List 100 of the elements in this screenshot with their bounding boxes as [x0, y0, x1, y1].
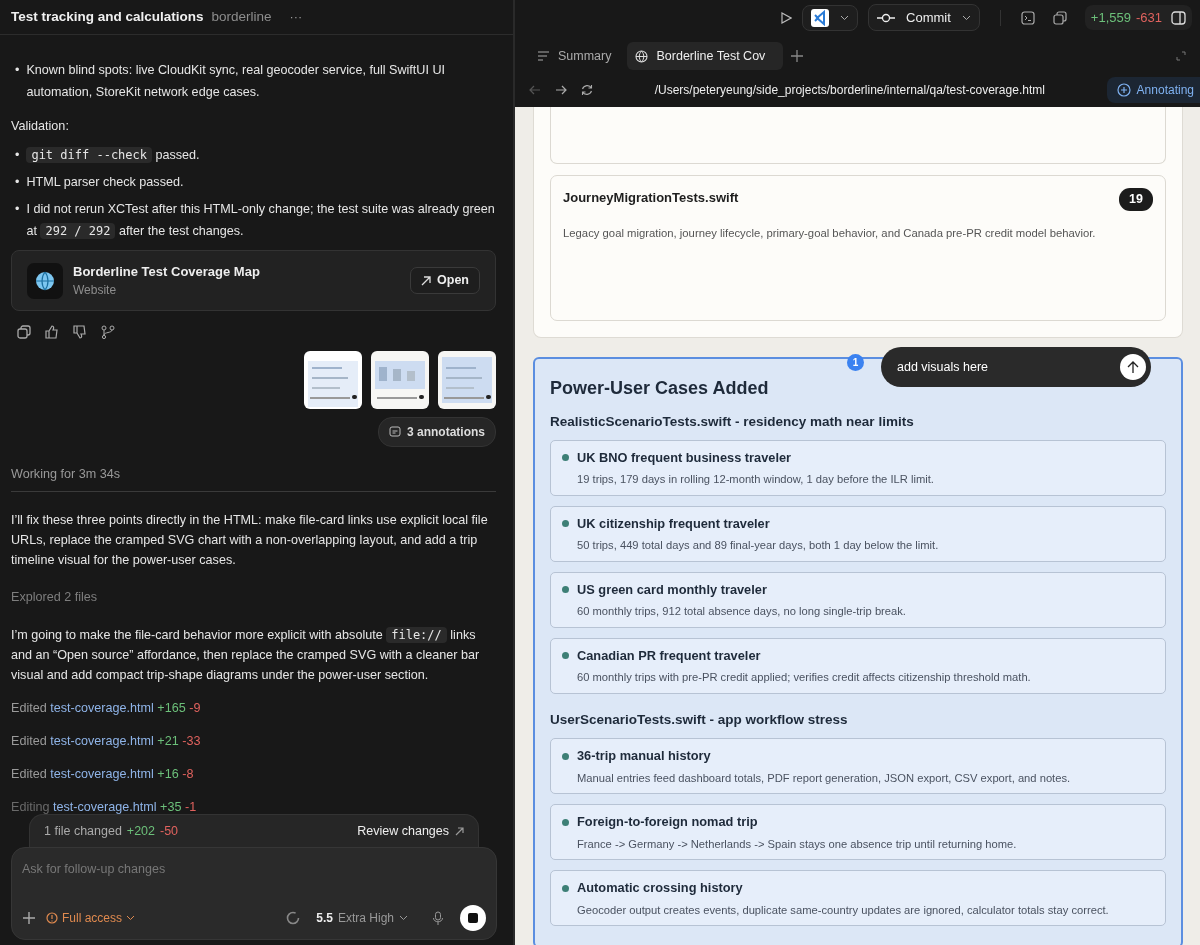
case-title: 36-trip manual history [577, 747, 711, 766]
status-dot [562, 454, 569, 462]
edit-label: Edited [11, 701, 47, 716]
status-dot [562, 818, 569, 826]
message-input[interactable]: Ask for follow-up changes [22, 860, 486, 879]
status-dot [562, 586, 569, 594]
changes-summary: 1 file changed [44, 823, 122, 841]
status-dot [562, 752, 569, 760]
bullet: • [15, 200, 20, 218]
browser-tab[interactable]: Borderline Test Cov [627, 41, 784, 71]
case-title: UK citizenship frequent traveler [577, 515, 770, 534]
case-title: Foreign-to-foreign nomad trip [577, 813, 758, 832]
case-description: 19 trips, 179 days in rolling 12-month window, 1 day before the ILR limit. [576, 472, 935, 488]
message-text: I’ll fix these three points directly in the HTML: make file-card links use explicit local file URLs, replace the cramped SVG chart with a non-overlapping layout, and add a trip timeline visual for the power-user cases. [11, 512, 489, 570]
file-description: Legacy goal migration, journey lifecycle, primary-goal behavior, and Canada pre-PR credit model behavior. [563, 225, 1097, 241]
commit-icon [877, 12, 896, 23]
stop-icon [468, 913, 478, 923]
file-link[interactable]: test-coverage.html [50, 734, 154, 749]
chat-title: Test tracking and calculations [11, 7, 204, 26]
message-text: I’m going to make the file-card behavior more explicit with absolute file:// links and an “Open source” affordance, then replace the cramped SVG with a cleaner bar visual and add compact trip-shape diagrams under the power-user section. [11, 626, 481, 685]
thumbs-down-icon[interactable] [73, 325, 87, 340]
review-changes-button[interactable]: Review changes [357, 822, 464, 842]
access-dropdown[interactable]: Full access [46, 909, 136, 927]
lines-removed: -50 [160, 823, 179, 841]
case-description: Manual entries feed dashboard totals, PDF report generation, JSON export, CSV export, and notes. [576, 770, 1072, 786]
more-button[interactable]: ··· [289, 7, 303, 27]
chevron-down-icon [840, 14, 850, 21]
external-link-icon [455, 827, 464, 837]
lines-removed: -1 [185, 799, 197, 814]
link-card[interactable]: Borderline Test Coverage Map Website Open [11, 249, 496, 312]
arrow-up-icon [1127, 360, 1139, 374]
card-subtitle: Website [73, 282, 118, 300]
comment-input[interactable]: add visuals here [895, 356, 1120, 378]
plus-icon[interactable] [22, 911, 36, 925]
case-description: France -> Germany -> Netherlands -> Spain stays one absence trip until returning home. [576, 836, 1018, 852]
stop-button[interactable] [460, 905, 486, 931]
play-icon[interactable] [780, 11, 793, 24]
warning-icon [46, 912, 58, 924]
annotation-marker[interactable]: 1 [847, 354, 864, 371]
globe-icon [27, 262, 63, 299]
list-item: HTML parser check passed. [26, 173, 184, 191]
list-icon [537, 50, 550, 62]
chevron-down-icon [961, 14, 971, 21]
comment-field[interactable]: add visuals here [881, 347, 1151, 387]
bullet: • [15, 146, 20, 164]
diff-summary[interactable]: +1,559 -631 [1084, 4, 1192, 31]
open-button[interactable]: Open [410, 267, 480, 294]
file-link[interactable]: test-coverage.html [53, 799, 157, 814]
add-comment-icon [1116, 83, 1131, 97]
file-link[interactable]: test-coverage.html [50, 701, 154, 716]
bullet: • [15, 62, 20, 79]
case-title: US green card monthly traveler [577, 581, 767, 600]
copy-icon[interactable] [17, 325, 31, 340]
globe-icon [635, 49, 649, 63]
add-tab-icon[interactable] [791, 50, 804, 62]
status-dot [562, 520, 569, 528]
comment-icon [389, 426, 401, 439]
external-link-icon [421, 275, 432, 286]
browser-tab[interactable]: Summary [529, 41, 620, 71]
bullet: • [15, 173, 20, 191]
case-title: UK BNO frequent business traveler [577, 449, 792, 468]
lines-removed: -33 [182, 734, 201, 749]
branch-icon[interactable] [101, 325, 115, 340]
editor-dropdown[interactable] [802, 4, 859, 31]
copy-icon[interactable] [1052, 10, 1067, 25]
model-dropdown[interactable]: 5.5 Extra High [316, 909, 408, 927]
group-heading: RealisticScenarioTests.swift - residency math near limits [550, 413, 915, 431]
case-description: Geocoder output creates events, duplicate same-country updates are ignored, calculator totals stay correct. [576, 902, 1110, 918]
commit-button[interactable]: Commit [868, 3, 980, 32]
send-button[interactable] [1120, 354, 1146, 380]
sidebar-icon [1171, 10, 1186, 25]
editor-icon [811, 8, 830, 27]
lines-removed: -8 [182, 766, 194, 781]
working-status: Working for 3m 34s [11, 465, 496, 493]
test-count: 19 [1119, 188, 1153, 211]
forward-icon[interactable] [555, 85, 567, 95]
annotations-button[interactable]: 3 annotations [378, 417, 496, 448]
reload-icon[interactable] [581, 84, 593, 96]
chevron-down-icon [399, 915, 408, 921]
case-title: Automatic crossing history [577, 879, 743, 898]
case-description: 50 trips, 449 total days and 89 final-year days, both 1 day below the limit. [576, 538, 940, 554]
case-description: 60 monthly trips, 912 total absence days, no long single-trip break. [576, 604, 907, 620]
file-link[interactable]: test-coverage.html [50, 766, 154, 781]
lines-added: +202 [126, 823, 155, 841]
case-title: Canadian PR frequent traveler [577, 647, 761, 666]
list-item: I did not rerun XCTest after this HTML-only change; the test suite was already green at 292 / 292 after the test changes. [26, 200, 496, 241]
address-bar[interactable]: /Users/peteryeung/side_projects/borderline/internal/qa/test-coverage.html [607, 81, 1093, 99]
microphone-icon[interactable] [432, 911, 444, 925]
section-label: Validation: [11, 118, 70, 135]
thumbs-up-icon[interactable] [45, 325, 59, 340]
lines-added: +16 [157, 766, 179, 781]
edit-label: Editing [11, 799, 50, 814]
annotating-button[interactable]: Annotating [1106, 77, 1200, 103]
card-title: Borderline Test Coverage Map [73, 262, 260, 281]
group-heading: UserScenarioTests.swift - app workflow stress [550, 711, 849, 730]
list-item: Known blind spots: live CloudKit sync, real geocoder service, full SwiftUI UI automation, StoreKit network edge cases. [26, 62, 446, 101]
lines-added: +165 [157, 701, 186, 716]
terminal-icon[interactable] [1020, 10, 1035, 25]
section-title: Power-User Cases Added [550, 377, 770, 400]
chevron-down-icon [126, 915, 136, 921]
